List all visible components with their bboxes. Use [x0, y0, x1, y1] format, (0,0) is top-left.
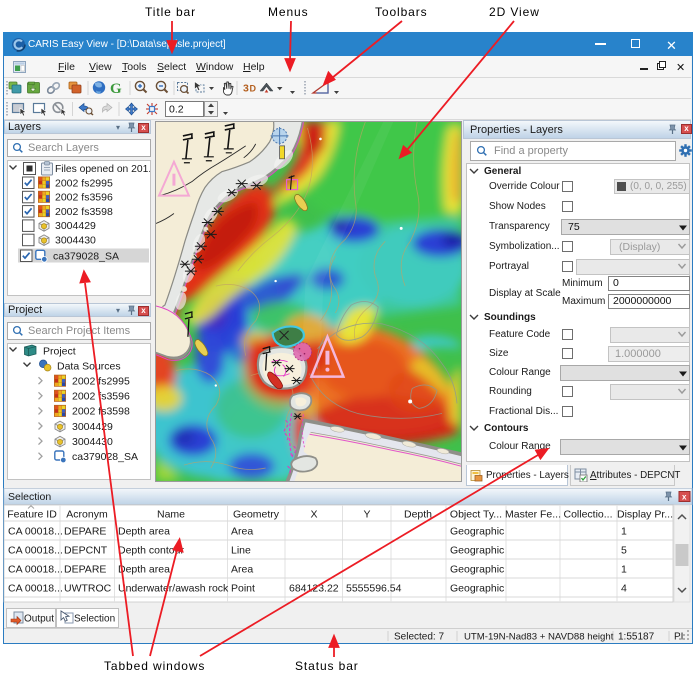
- svg-text:Feature ID: Feature ID: [7, 509, 57, 521]
- svg-text:Point: Point: [231, 583, 255, 595]
- svg-text:2002 fs3596: 2002 fs3596: [72, 391, 130, 403]
- svg-text:x: x: [682, 493, 687, 502]
- svg-text:2002 fs2995: 2002 fs2995: [55, 177, 113, 189]
- svg-text:1: 1: [621, 526, 627, 538]
- svg-text:UTM-19N-Nad83 + NAVD88 height: UTM-19N-Nad83 + NAVD88 height: [464, 632, 614, 643]
- svg-text:Output: Output: [24, 614, 54, 625]
- svg-text:1: 1: [621, 564, 627, 576]
- svg-text:Project: Project: [43, 346, 76, 358]
- svg-text:Depth area: Depth area: [118, 526, 170, 538]
- svg-text:3004429: 3004429: [55, 220, 96, 232]
- svg-text:Line: Line: [231, 545, 251, 557]
- svg-text:Geographic: Geographic: [450, 564, 504, 576]
- svg-text:Selection: Selection: [74, 614, 115, 625]
- svg-text:Y: Y: [363, 509, 370, 521]
- svg-text:Name: Name: [157, 509, 185, 521]
- svg-text:Underwater/awash rock: Underwater/awash rock: [118, 583, 229, 595]
- svg-text:CA 00018...: CA 00018...: [8, 545, 63, 557]
- svg-text:3004430: 3004430: [72, 436, 113, 448]
- svg-text:PI: PI: [674, 632, 683, 643]
- svg-text:DEPARE: DEPARE: [64, 564, 106, 576]
- svg-text:DEPARE: DEPARE: [64, 526, 106, 538]
- svg-text:5: 5: [621, 545, 627, 557]
- svg-text:2002 fs2995: 2002 fs2995: [72, 376, 130, 388]
- svg-text:Selection: Selection: [8, 491, 51, 503]
- svg-text:Master Fe...: Master Fe...: [505, 509, 561, 521]
- svg-text:3: 3: [243, 83, 249, 95]
- svg-text:D: D: [250, 84, 257, 94]
- svg-text:Display Pr...: Display Pr...: [617, 509, 673, 521]
- svg-text:Selected: 7: Selected: 7: [394, 632, 444, 643]
- svg-text:Geographic: Geographic: [450, 583, 504, 595]
- svg-text:1:55187: 1:55187: [618, 632, 655, 643]
- svg-text:5555596.54: 5555596.54: [346, 583, 402, 595]
- svg-text:ca379028_SA: ca379028_SA: [53, 250, 119, 262]
- svg-text:3004430: 3004430: [55, 235, 96, 247]
- svg-text:DEPCNT: DEPCNT: [64, 545, 108, 557]
- svg-text:UWTROC: UWTROC: [64, 583, 112, 595]
- svg-text:2002 fs3598: 2002 fs3598: [72, 406, 130, 418]
- svg-text:CA 00018...: CA 00018...: [8, 583, 63, 595]
- svg-text:ca379028_SA: ca379028_SA: [72, 451, 138, 463]
- svg-text:Geometry: Geometry: [233, 509, 280, 521]
- svg-text:CA 00018...: CA 00018...: [8, 564, 63, 576]
- svg-text:3004429: 3004429: [72, 421, 113, 433]
- svg-text:Depth area: Depth area: [118, 564, 170, 576]
- svg-text:Area: Area: [231, 564, 253, 576]
- svg-text:2002 fs3598: 2002 fs3598: [55, 206, 113, 218]
- svg-text:Acronym: Acronym: [66, 509, 108, 521]
- svg-text:Area: Area: [231, 526, 253, 538]
- svg-text:Collectio...: Collectio...: [563, 509, 612, 521]
- svg-text:4: 4: [621, 583, 627, 595]
- svg-text:G: G: [110, 81, 122, 97]
- svg-text:Depth: Depth: [404, 509, 432, 521]
- svg-text:CA 00018...: CA 00018...: [8, 526, 63, 538]
- svg-text:Geographic: Geographic: [450, 526, 504, 538]
- svg-text:0.2: 0.2: [169, 104, 184, 116]
- svg-text:2002 fs3596: 2002 fs3596: [55, 192, 113, 204]
- svg-text:Object Ty...: Object Ty...: [450, 509, 502, 521]
- svg-text:X: X: [310, 509, 317, 521]
- svg-text:Depth contour: Depth contour: [118, 545, 184, 557]
- svg-text:684123.22: 684123.22: [289, 583, 339, 595]
- svg-text:Geographic: Geographic: [450, 545, 504, 557]
- svg-text:Data Sources: Data Sources: [57, 361, 121, 373]
